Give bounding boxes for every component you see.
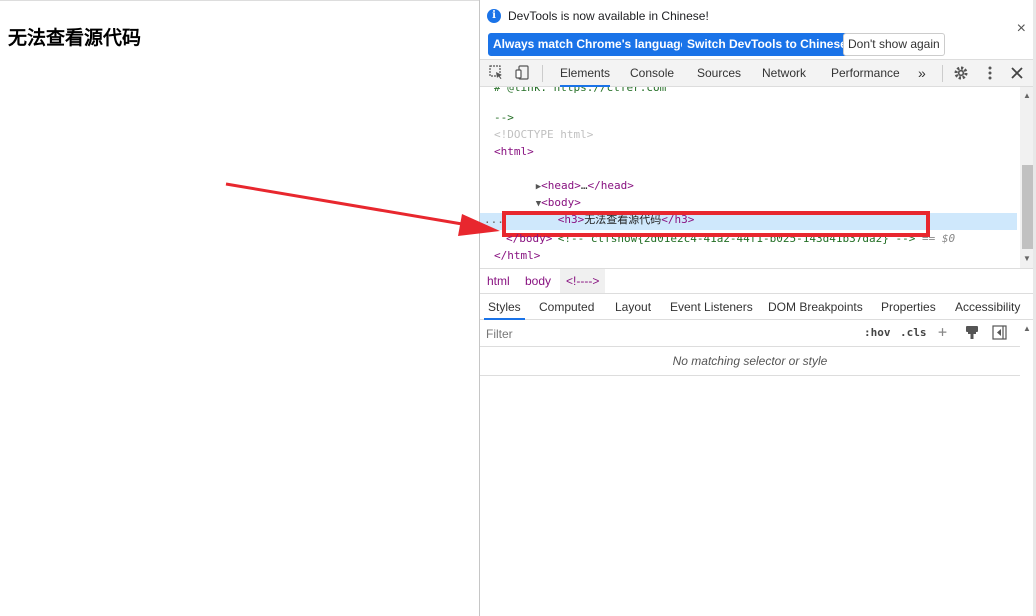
gear-icon[interactable] [952, 65, 969, 82]
tab-sources[interactable]: Sources [697, 60, 741, 87]
devtools-toolbar: Elements Console Sources Network Perform… [480, 60, 1036, 87]
tab-styles[interactable]: Styles [484, 294, 525, 320]
html-open-tag[interactable]: <html> [494, 143, 534, 160]
elements-tree: # @link: https://ctfer.com --> <!DOCTYPE… [480, 87, 1020, 268]
scroll-up-icon[interactable]: ▲ [1023, 91, 1031, 100]
styles-filter-input[interactable] [486, 326, 846, 342]
info-icon: i [487, 9, 501, 23]
doctype-line[interactable]: <!DOCTYPE html> [494, 126, 593, 143]
red-highlight-box [502, 211, 930, 237]
tab-console[interactable]: Console [630, 60, 674, 87]
head-close-tag: </head> [587, 179, 634, 192]
close-devtools-icon[interactable] [1008, 65, 1025, 82]
body-close-tag[interactable]: </body> [506, 230, 552, 247]
kebab-menu-icon[interactable] [981, 65, 998, 82]
toolbar-divider [542, 65, 543, 82]
tab-dom-breakpoints[interactable]: DOM Breakpoints [768, 294, 863, 320]
infobar-message: DevTools is now available in Chinese! [508, 9, 709, 23]
class-toggle[interactable]: .cls [900, 326, 927, 339]
inspect-element-icon[interactable] [488, 65, 505, 82]
tab-properties[interactable]: Properties [881, 294, 936, 320]
close-icon[interactable]: × [1017, 20, 1026, 38]
tab-elements[interactable]: Elements [560, 60, 611, 87]
hover-state-toggle[interactable]: :hov [864, 326, 891, 339]
new-style-rule-plus-icon[interactable]: + [938, 323, 947, 341]
h3-node[interactable]: <h3>无法查看源代码</h3> [518, 194, 695, 226]
tab-event-listeners[interactable]: Event Listeners [670, 294, 753, 320]
always-match-language-button[interactable]: Always match Chrome's language [488, 33, 693, 56]
styles-filter-bar: :hov .cls + [480, 320, 1020, 347]
device-toolbar-icon[interactable] [514, 65, 531, 82]
breadcrumb: html body <!----> [480, 268, 1036, 294]
tab-accessibility[interactable]: Accessibility [955, 294, 1020, 320]
paint-brush-icon[interactable] [965, 325, 979, 343]
node-actions-ellipsis[interactable]: ... [484, 213, 504, 226]
scroll-down-icon[interactable]: ▼ [1023, 254, 1031, 263]
breadcrumb-html[interactable]: html [481, 269, 516, 293]
tab-network[interactable]: Network [762, 60, 806, 87]
scrollbar-thumb[interactable] [1022, 165, 1033, 249]
devtools-panel: i DevTools is now available in Chinese! … [479, 0, 1036, 616]
comment-line[interactable]: # @link: https://ctfer.com [494, 87, 666, 96]
switch-to-chinese-button[interactable]: Switch DevTools to Chinese [682, 33, 852, 56]
comment-end-line[interactable]: --> [494, 109, 514, 126]
head-ellipsis[interactable]: … [581, 179, 588, 192]
toolbar-divider [942, 65, 943, 82]
no-matching-style-message: No matching selector or style [480, 347, 1020, 376]
toggle-sidebar-icon[interactable] [992, 325, 1007, 343]
html-close-tag[interactable]: </html> [494, 247, 540, 264]
body-node[interactable]: ▼<body> [496, 177, 581, 209]
scroll-up-icon[interactable]: ▲ [1023, 324, 1031, 333]
dont-show-again-button[interactable]: Don't show again [843, 33, 945, 56]
head-node[interactable]: ▶<head>…</head> [496, 160, 634, 192]
breadcrumb-body[interactable]: body [519, 269, 557, 293]
breadcrumb-comment[interactable]: <!----> [560, 269, 606, 293]
tab-layout[interactable]: Layout [615, 294, 651, 320]
styles-subtabs: Styles Computed Layout Event Listeners D… [480, 294, 1036, 320]
webpage-viewport: 无法查看源代码 [0, 0, 479, 616]
page-heading: 无法查看源代码 [8, 27, 142, 49]
more-tabs-chevron-icon[interactable]: » [918, 60, 926, 87]
language-infobar: i DevTools is now available in Chinese! … [480, 0, 1036, 60]
tab-performance[interactable]: Performance [831, 60, 900, 87]
tab-computed[interactable]: Computed [539, 294, 594, 320]
